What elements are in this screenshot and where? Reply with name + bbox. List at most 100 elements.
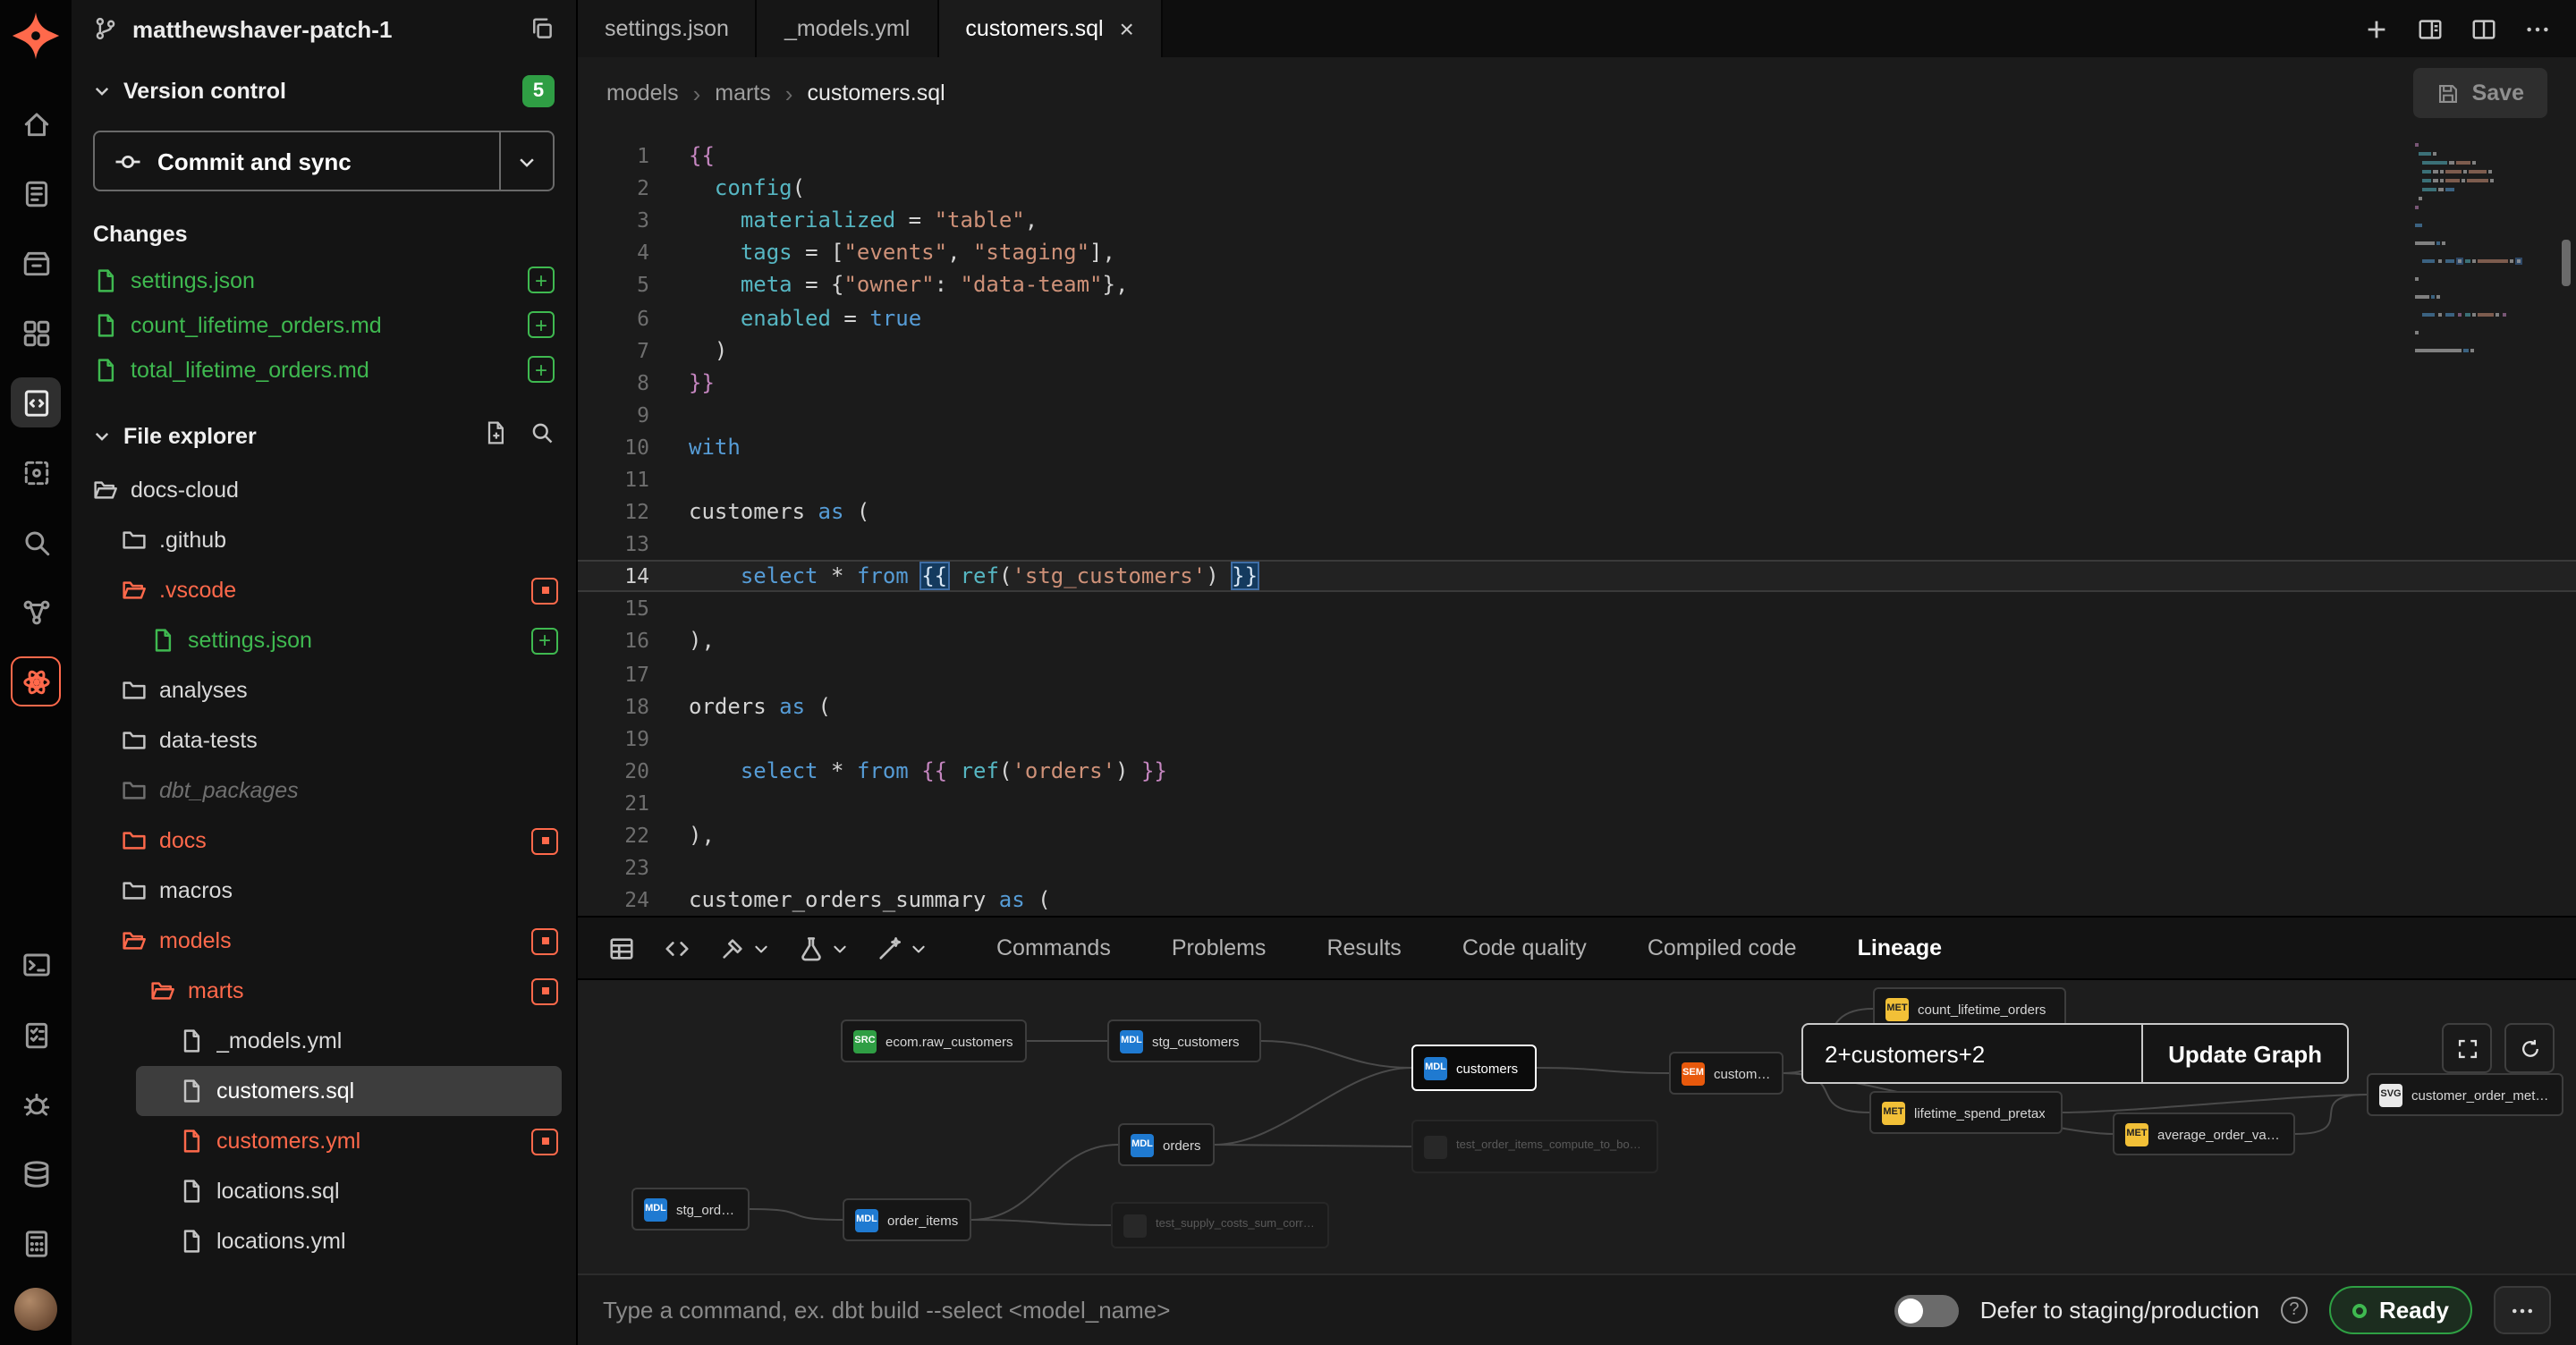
terminal-icon[interactable] — [11, 939, 61, 989]
update-graph-button[interactable]: Update Graph — [2141, 1025, 2347, 1082]
calculator-icon[interactable] — [11, 1218, 61, 1268]
chevron-down-icon[interactable] — [93, 82, 111, 100]
lineage-selector-input[interactable]: 2+customers+2 — [1803, 1025, 2141, 1082]
code-line[interactable]: 9 — [578, 399, 2576, 431]
apps-icon[interactable] — [11, 308, 61, 358]
file-settings.json[interactable]: settings.json+ — [72, 615, 576, 665]
folder-data-tests[interactable]: data-tests — [72, 715, 576, 766]
status-badge[interactable]: Ready — [2329, 1286, 2472, 1334]
help-icon[interactable]: ? — [2281, 1297, 2308, 1324]
tab-customers.sql[interactable]: customers.sql× — [938, 0, 1163, 57]
database-icon[interactable] — [11, 1148, 61, 1198]
lineage-node-customers_mdl[interactable]: MDLcustomers — [1411, 1045, 1537, 1091]
dbt-logo[interactable] — [11, 11, 61, 61]
lineage-canvas[interactable]: SRCecom.raw_customers MDLstg_customers MDL… — [578, 978, 2576, 1273]
lineage-node-customers_sem[interactable]: SEMcustomers — [1669, 1052, 1784, 1095]
lineage-node-customer_order_metrics[interactable]: SVGcustomer_order_metrics — [2367, 1073, 2563, 1116]
commit-options-chevron-icon[interactable] — [499, 132, 553, 190]
changed-file-row[interactable]: count_lifetime_orders.md+ — [93, 302, 555, 347]
code-line[interactable]: 24customer_orders_summary as ( — [578, 884, 2576, 916]
close-tab-icon[interactable]: × — [1120, 16, 1134, 41]
folder-.github[interactable]: .github — [72, 515, 576, 565]
code-icon[interactable] — [651, 925, 703, 971]
folder-docs[interactable]: docs — [72, 816, 576, 866]
lineage-node-stg_customers[interactable]: MDLstg_customers — [1107, 1019, 1261, 1062]
code-line[interactable]: 17 — [578, 657, 2576, 689]
notebook-icon[interactable] — [11, 168, 61, 218]
tab-_models.yml[interactable]: _models.yml — [758, 0, 938, 57]
more-actions-button[interactable] — [2494, 1286, 2551, 1334]
code-line[interactable]: 6 enabled = true — [578, 301, 2576, 334]
lineage-node-lifetime_spend_pretax[interactable]: METlifetime_spend_pretax — [1869, 1091, 2063, 1134]
code-line[interactable]: 18orders as ( — [578, 689, 2576, 722]
code-line[interactable]: 4 tags = ["events", "staging"], — [578, 237, 2576, 269]
panel-tab-code-quality[interactable]: Code quality — [1462, 935, 1587, 960]
panel-tab-problems[interactable]: Problems — [1172, 935, 1267, 960]
fullscreen-button[interactable] — [2442, 1023, 2492, 1073]
lineage-icon[interactable] — [11, 587, 61, 637]
code-line[interactable]: 15 — [578, 593, 2576, 625]
minimap[interactable] — [2415, 143, 2547, 358]
breadcrumb-item[interactable]: customers.sql — [807, 80, 945, 106]
search-icon[interactable] — [530, 420, 555, 451]
user-avatar[interactable] — [14, 1288, 57, 1331]
code-line[interactable]: 22), — [578, 819, 2576, 851]
code-line[interactable]: 20 select * from {{ ref('orders') }} — [578, 755, 2576, 787]
code-line[interactable]: 3 materialized = "table", — [578, 204, 2576, 236]
scrollbar-thumb[interactable] — [2562, 240, 2571, 286]
more-options-icon[interactable] — [2524, 15, 2551, 42]
code-line[interactable]: 23 — [578, 851, 2576, 884]
code-line[interactable]: 1{{ — [578, 140, 2576, 172]
folder-models[interactable]: models — [72, 916, 576, 966]
checklist-icon[interactable] — [11, 1009, 61, 1059]
folder-macros[interactable]: macros — [72, 866, 576, 916]
split-editor-icon[interactable] — [2470, 15, 2497, 42]
code-line[interactable]: 21 — [578, 787, 2576, 819]
lineage-node-order_items[interactable]: MDLorder_items — [843, 1198, 971, 1241]
command-input[interactable] — [603, 1297, 1873, 1324]
folder-marts[interactable]: marts — [72, 966, 576, 1016]
panel-tab-compiled-code[interactable]: Compiled code — [1648, 935, 1797, 960]
code-editor[interactable]: 1{{2 config(3 materialized = "table",4 t… — [578, 129, 2576, 916]
file-customers.sql[interactable]: customers.sql — [136, 1066, 562, 1116]
file-customers.yml[interactable]: customers.yml — [72, 1116, 576, 1166]
chevron-down-icon[interactable] — [93, 427, 111, 444]
file-locations.yml[interactable]: locations.yml — [72, 1216, 576, 1266]
lineage-node-average_order_value[interactable]: METaverage_order_value — [2113, 1112, 2295, 1155]
develop-icon[interactable] — [11, 377, 61, 427]
explore-icon[interactable] — [11, 517, 61, 567]
refresh-button[interactable] — [2504, 1023, 2555, 1073]
breadcrumb-item[interactable]: models — [606, 80, 679, 106]
panel-tab-results[interactable]: Results — [1326, 935, 1401, 960]
debug-icon[interactable] — [11, 1079, 61, 1129]
open-editors-icon[interactable] — [2417, 15, 2444, 42]
test-icon[interactable] — [785, 925, 860, 971]
code-line[interactable]: 2 config( — [578, 172, 2576, 204]
save-button[interactable]: Save — [2413, 68, 2547, 118]
defer-toggle[interactable] — [1894, 1294, 1959, 1326]
code-line[interactable]: 12customers as ( — [578, 495, 2576, 528]
code-line[interactable]: 10with — [578, 431, 2576, 463]
build-icon[interactable] — [707, 925, 782, 971]
lineage-node-raw_customers[interactable]: SRCecom.raw_customers — [841, 1019, 1027, 1062]
lineage-node-orders[interactable]: MDLorders — [1118, 1123, 1215, 1166]
file-_models.yml[interactable]: _models.yml — [72, 1016, 576, 1066]
code-line[interactable]: 7 ) — [578, 334, 2576, 366]
lineage-node-test_supply[interactable]: test_supply_costs_sum_correctly — [1111, 1202, 1329, 1248]
new-file-icon[interactable] — [483, 420, 508, 451]
lineage-node-test_order_items[interactable]: test_order_items_compute_to_bools_correc… — [1411, 1120, 1658, 1173]
file-locations.sql[interactable]: locations.sql — [72, 1166, 576, 1216]
folder-dbt_packages[interactable]: dbt_packages — [72, 766, 576, 816]
new-tab-icon[interactable] — [2363, 15, 2390, 42]
deploy-icon[interactable] — [11, 238, 61, 288]
folder-analyses[interactable]: analyses — [72, 665, 576, 715]
code-line[interactable]: 16), — [578, 625, 2576, 657]
panel-tab-lineage[interactable]: Lineage — [1858, 935, 1943, 960]
code-line[interactable]: 19 — [578, 722, 2576, 754]
code-line[interactable]: 5 meta = {"owner": "data-team"}, — [578, 269, 2576, 301]
canvas-icon[interactable] — [11, 447, 61, 497]
folder-.vscode[interactable]: .vscode — [72, 565, 576, 615]
copilot-icon[interactable] — [11, 656, 61, 706]
fix-icon[interactable] — [864, 925, 939, 971]
breadcrumb-item[interactable]: marts — [715, 80, 771, 106]
